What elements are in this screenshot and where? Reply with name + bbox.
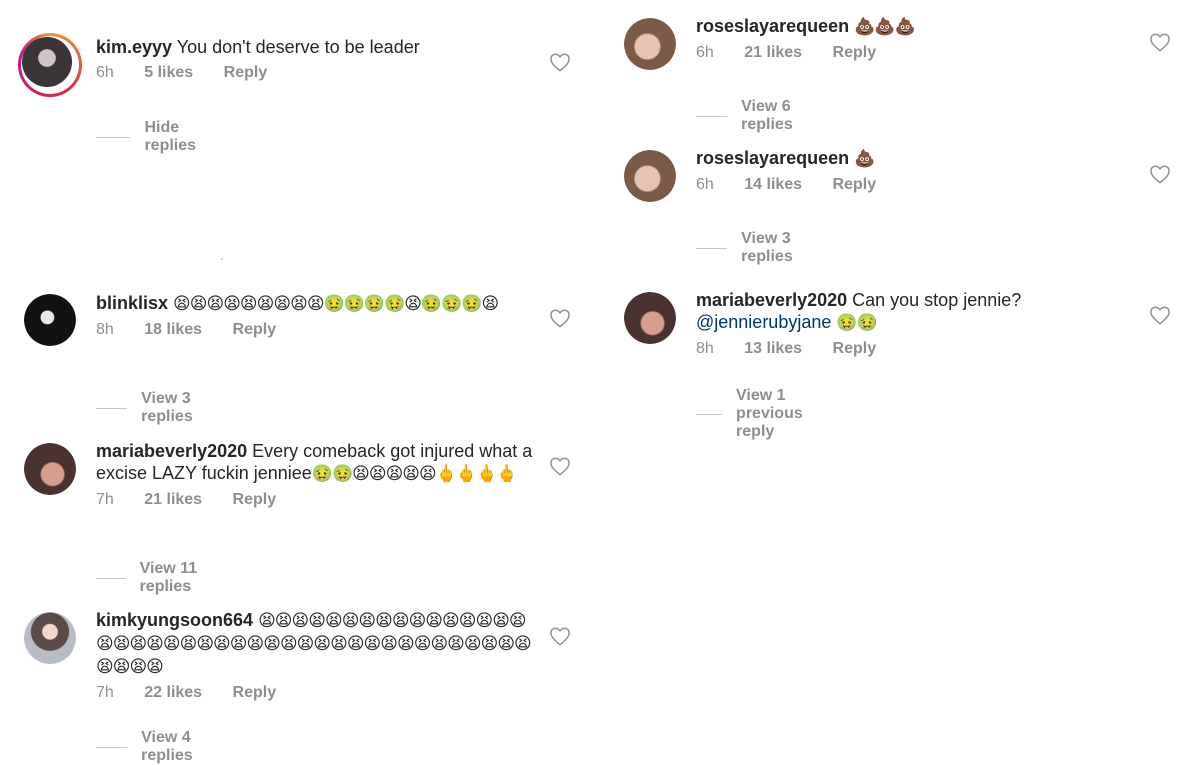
heart-icon[interactable] (549, 52, 571, 72)
timestamp: 8h (696, 340, 714, 357)
comment-meta: 7h 22 likes Reply (96, 684, 536, 702)
heart-icon[interactable] (549, 308, 571, 328)
reply-button[interactable]: Reply (833, 340, 877, 357)
username[interactable]: mariabeverly2020 (696, 290, 847, 310)
comment-text: roseslayarequeen 💩 (696, 147, 1136, 170)
comment-text: mariabeverly2020 Can you stop jennie? @j… (696, 289, 1136, 334)
likes-count[interactable]: 18 likes (144, 321, 202, 338)
avatar[interactable] (624, 18, 676, 70)
comment-text: kim.eyyy You don't deserve to be leader (96, 36, 536, 58)
timestamp: 6h (696, 44, 714, 61)
comment-text: blinklisx 😫😫😫😫😫😫😫😫😫🤢🤢🤢🤢😫🤢🤢🤢😫 (96, 292, 526, 315)
likes-count[interactable]: 5 likes (144, 64, 193, 81)
likes-count[interactable]: 13 likes (744, 340, 802, 357)
heart-icon[interactable] (1149, 305, 1171, 325)
avatar[interactable] (24, 612, 76, 664)
comment-text: mariabeverly2020 Every comeback got inju… (96, 440, 536, 485)
comment-meta: 8h 18 likes Reply (96, 321, 526, 339)
username[interactable]: kimkyungsoon664 (96, 610, 253, 630)
comment-emojis: 🤢🤢 (836, 313, 877, 333)
timestamp: 6h (96, 64, 114, 81)
comment-body: You don't deserve to be leader (176, 37, 420, 57)
likes-count[interactable]: 21 likes (744, 44, 802, 61)
username[interactable]: roseslayarequeen (696, 148, 849, 168)
comment-emojis: 💩 (854, 149, 875, 169)
reply-button[interactable]: Reply (233, 491, 277, 508)
comment-text: roseslayarequeen 💩💩💩 (696, 15, 1136, 38)
heart-icon[interactable] (549, 626, 571, 646)
avatar[interactable] (24, 443, 76, 495)
timestamp: 6h (696, 176, 714, 193)
avatar-story-ring[interactable] (18, 33, 82, 97)
reply-button[interactable]: Reply (233, 321, 277, 338)
view-replies-link[interactable]: View 3 replies (696, 230, 810, 266)
likes-count[interactable]: 14 likes (744, 176, 802, 193)
avatar[interactable] (24, 294, 76, 346)
comment-meta: 6h 21 likes Reply (696, 44, 1136, 62)
timestamp: 8h (96, 321, 114, 338)
avatar[interactable] (624, 292, 676, 344)
avatar[interactable] (624, 150, 676, 202)
comment-meta: 6h 5 likes Reply (96, 64, 536, 82)
view-replies-link[interactable]: View 6 replies (696, 98, 810, 134)
username[interactable]: roseslayarequeen (696, 16, 849, 36)
comment-meta: 7h 21 likes Reply (96, 491, 536, 509)
heart-icon[interactable] (1149, 164, 1171, 184)
timestamp: 7h (96, 491, 114, 508)
comment-text: kimkyungsoon664 😫😫😫😫😫😫😫😫😫😫😫😫😫😫😫😫😫😫😫😫😫😫😫😫… (96, 609, 536, 678)
avatar (22, 37, 72, 87)
username[interactable]: blinklisx (96, 293, 168, 313)
hide-replies-link[interactable]: Hide replies (96, 119, 210, 155)
comment-meta: 6h 14 likes Reply (696, 176, 1136, 194)
reply-button[interactable]: Reply (224, 64, 268, 81)
mention-link[interactable]: @jennierubyjane (696, 312, 831, 332)
comment-emojis: 😫😫😫😫😫😫😫😫😫🤢🤢🤢🤢😫🤢🤢🤢😫 (173, 294, 499, 314)
comment-emojis: 💩💩💩 (854, 17, 916, 37)
username[interactable]: kim.eyyy (96, 37, 172, 57)
comment-body: Can you stop jennie? (852, 290, 1022, 310)
divider-dot (221, 258, 223, 260)
timestamp: 7h (96, 684, 114, 701)
reply-button[interactable]: Reply (233, 684, 277, 701)
view-replies-link[interactable]: View 3 replies (96, 390, 210, 426)
likes-count[interactable]: 22 likes (144, 684, 202, 701)
username[interactable]: mariabeverly2020 (96, 441, 247, 461)
reply-button[interactable]: Reply (833, 44, 877, 61)
comment-emojis: 🤢🤢😫😫😫😫😫🖕🖕🖕🖕 (311, 464, 518, 484)
view-previous-reply-link[interactable]: View 1 previous reply (696, 387, 825, 441)
heart-icon[interactable] (1149, 32, 1171, 52)
comment-meta: 8h 13 likes Reply (696, 340, 1136, 358)
likes-count[interactable]: 21 likes (144, 491, 202, 508)
reply-button[interactable]: Reply (833, 176, 877, 193)
heart-icon[interactable] (549, 456, 571, 476)
view-replies-link[interactable]: View 11 replies (96, 560, 210, 596)
